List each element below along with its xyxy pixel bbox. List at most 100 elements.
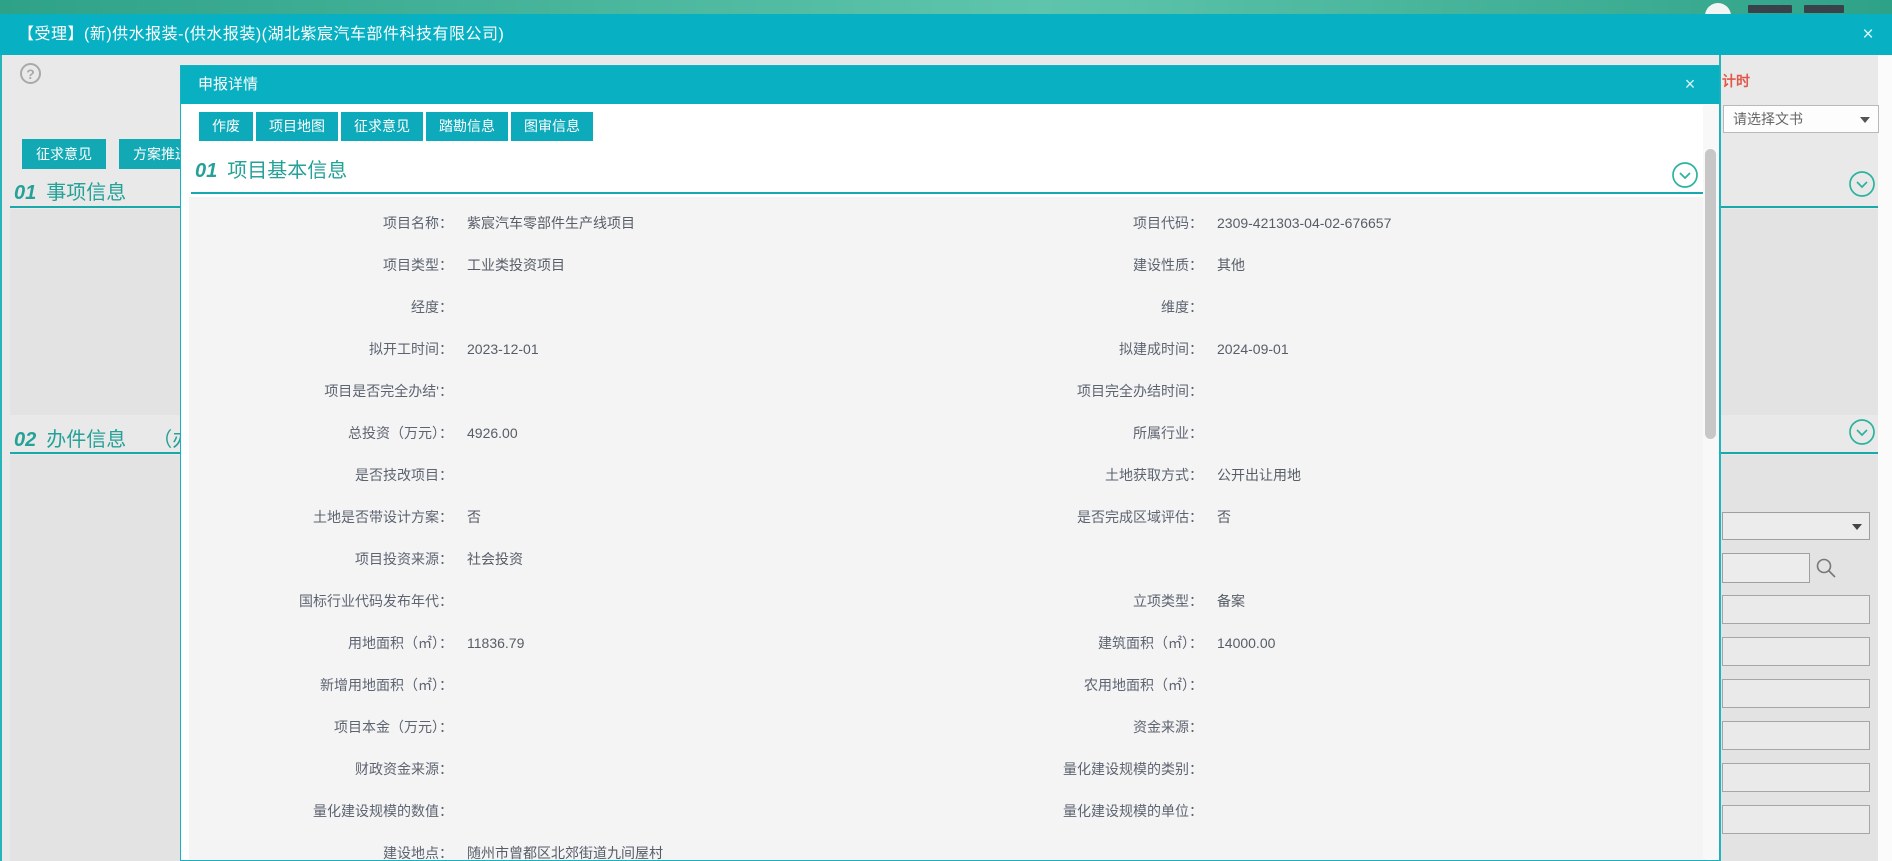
section-header-matter-info: 01 事项信息 <box>14 176 126 205</box>
document-select[interactable]: 请选择文书 <box>1723 105 1879 133</box>
page-left-border <box>0 55 2 861</box>
form-row: 用地面积（㎡）：11836.79建筑面积（㎡）：14000.00 <box>189 622 1707 664</box>
declaration-detail-modal: 申报详情 × 作废项目地图征求意见踏勘信息图审信息 01 项目基本信息 项目名称：… <box>180 65 1720 861</box>
collapse-chevron-icon[interactable] <box>1848 170 1876 198</box>
side-search-input[interactable] <box>1722 553 1810 583</box>
help-icon[interactable]: ? <box>20 63 41 84</box>
field-label: 拟开工时间： <box>189 339 457 359</box>
field-value: 2023-12-01 <box>457 341 1002 357</box>
modal-scrollbar[interactable] <box>1703 105 1718 859</box>
user-greeting-clipped <box>1804 5 1844 13</box>
side-input-2[interactable] <box>1722 637 1870 666</box>
field-label: 量化建设规模的单位： <box>1002 801 1207 821</box>
field-label: 项目完全办结时间： <box>1002 381 1207 401</box>
side-input-3[interactable] <box>1722 679 1870 708</box>
section-title: 事项信息 <box>46 182 126 204</box>
search-icon[interactable] <box>1814 556 1838 580</box>
form-row: 项目是否完全办结'： 项目完全办结时间： <box>189 370 1707 412</box>
form-row: 量化建设规模的数值：量化建设规模的单位： <box>189 790 1707 832</box>
modal-section-header: 01 项目基本信息 <box>195 154 347 183</box>
field-label: 项目本金（万元）： <box>189 717 457 737</box>
field-label: 财政资金来源： <box>189 759 457 779</box>
page-right-gutter <box>1878 55 1892 861</box>
form-row: 建设地点：随州市曾都区北郊街道九间屋村 <box>189 832 1707 860</box>
side-dropdown[interactable] <box>1722 512 1870 540</box>
window-title: 【受理】(新)供水报装-(供水报装)(湖北紫宸汽车部件科技有限公司) <box>18 14 504 55</box>
chevron-down-icon <box>1852 524 1862 530</box>
field-value: 2024-09-01 <box>1207 341 1707 357</box>
field-label: 是否完成区域评估： <box>1002 507 1207 527</box>
field-label: 资金来源： <box>1002 717 1207 737</box>
field-label: 农用地面积（㎡）： <box>1002 675 1207 695</box>
field-label: 用地面积（㎡）： <box>189 633 457 653</box>
collapse-chevron-icon[interactable] <box>1671 161 1699 189</box>
document-select-value: 请选择文书 <box>1733 111 1803 127</box>
field-value: 随州市曾都区北郊街道九间屋村 <box>457 843 1002 860</box>
field-value: 工业类投资项目 <box>457 255 1002 275</box>
form-row: 土地是否带设计方案：否是否完成区域评估：否 <box>189 496 1707 538</box>
field-value: 公开出让用地 <box>1207 465 1707 485</box>
field-value: 4926.00 <box>457 425 1002 441</box>
scrollbar-thumb[interactable] <box>1705 149 1716 439</box>
field-label: 项目名称： <box>189 213 457 233</box>
form-row: 是否技改项目：土地获取方式：公开出让用地 <box>189 454 1707 496</box>
modal-tab-作废[interactable]: 作废 <box>199 112 253 141</box>
field-label: 建设性质： <box>1002 255 1207 275</box>
modal-title: 申报详情 <box>198 66 258 104</box>
collapse-chevron-icon[interactable] <box>1848 418 1876 446</box>
field-value: 紫宸汽车零部件生产线项目 <box>457 213 1002 233</box>
side-input-1[interactable] <box>1722 595 1870 624</box>
form-row: 项目投资来源：社会投资 <box>189 538 1707 580</box>
window-title-bar: 【受理】(新)供水报装-(供水报装)(湖北紫宸汽车部件科技有限公司) × <box>0 14 1892 55</box>
section-number: 02 <box>14 429 36 451</box>
field-label: 建筑面积（㎡）： <box>1002 633 1207 653</box>
form-row: 新增用地面积（㎡）： 农用地面积（㎡）： <box>189 664 1707 706</box>
modal-tab-图审信息[interactable]: 图审信息 <box>511 112 593 141</box>
section-number: 01 <box>14 182 36 204</box>
top-user-strip <box>0 0 1892 14</box>
field-value: 14000.00 <box>1207 635 1707 651</box>
modal-section-divider <box>191 192 1707 194</box>
modal-toolbar: 作废项目地图征求意见踏勘信息图审信息 <box>199 112 593 141</box>
modal-tab-项目地图[interactable]: 项目地图 <box>256 112 338 141</box>
side-input-6[interactable] <box>1722 805 1870 834</box>
field-label: 国标行业代码发布年代： <box>189 591 457 611</box>
modal-close-icon[interactable]: × <box>1679 73 1701 95</box>
field-label: 土地获取方式： <box>1002 465 1207 485</box>
side-input-stack <box>1722 595 1870 847</box>
timer-label: 计时 <box>1722 71 1750 91</box>
field-label: 拟建成时间： <box>1002 339 1207 359</box>
user-name-clipped <box>1748 5 1792 13</box>
section-header-case-info: 02办件信息（办 <box>14 423 192 452</box>
form-row: 项目本金（万元）： 资金来源： <box>189 706 1707 748</box>
side-input-4[interactable] <box>1722 721 1870 750</box>
field-label: 土地是否带设计方案： <box>189 507 457 527</box>
field-label: 量化建设规模的类别： <box>1002 759 1207 779</box>
field-label: 新增用地面积（㎡）： <box>189 675 457 695</box>
field-value: 其他 <box>1207 255 1707 275</box>
field-value: 2309-421303-04-02-676657 <box>1207 215 1707 231</box>
solicit-opinion-button[interactable]: 征求意见 <box>22 139 106 169</box>
field-value: 11836.79 <box>457 635 1002 651</box>
field-label: 项目是否完全办结'： <box>189 381 457 401</box>
chevron-down-icon <box>1860 117 1870 123</box>
side-input-5[interactable] <box>1722 763 1870 792</box>
project-basic-info-form: 项目名称：紫宸汽车零部件生产线项目项目代码：2309-421303-04-02-… <box>189 197 1707 860</box>
form-row: 经度：维度： <box>189 286 1707 328</box>
form-row: 总投资（万元）：4926.00所属行业： <box>189 412 1707 454</box>
field-label: 总投资（万元）： <box>189 423 457 443</box>
field-label: 维度： <box>1002 297 1207 317</box>
section-number: 01 <box>195 160 217 182</box>
field-label: 所属行业： <box>1002 423 1207 443</box>
field-value: 否 <box>1207 507 1707 527</box>
modal-tab-征求意见[interactable]: 征求意见 <box>341 112 423 141</box>
field-label: 项目投资来源： <box>189 549 457 569</box>
form-row: 项目名称：紫宸汽车零部件生产线项目项目代码：2309-421303-04-02-… <box>189 202 1707 244</box>
field-label: 项目类型： <box>189 255 457 275</box>
form-row: 国标行业代码发布年代：立项类型：备案 <box>189 580 1707 622</box>
modal-tab-踏勘信息[interactable]: 踏勘信息 <box>426 112 508 141</box>
section-title: 项目基本信息 <box>227 160 347 182</box>
field-value: 否 <box>457 507 1002 527</box>
window-close-icon[interactable]: × <box>1856 23 1880 47</box>
field-value: 社会投资 <box>457 549 1002 569</box>
